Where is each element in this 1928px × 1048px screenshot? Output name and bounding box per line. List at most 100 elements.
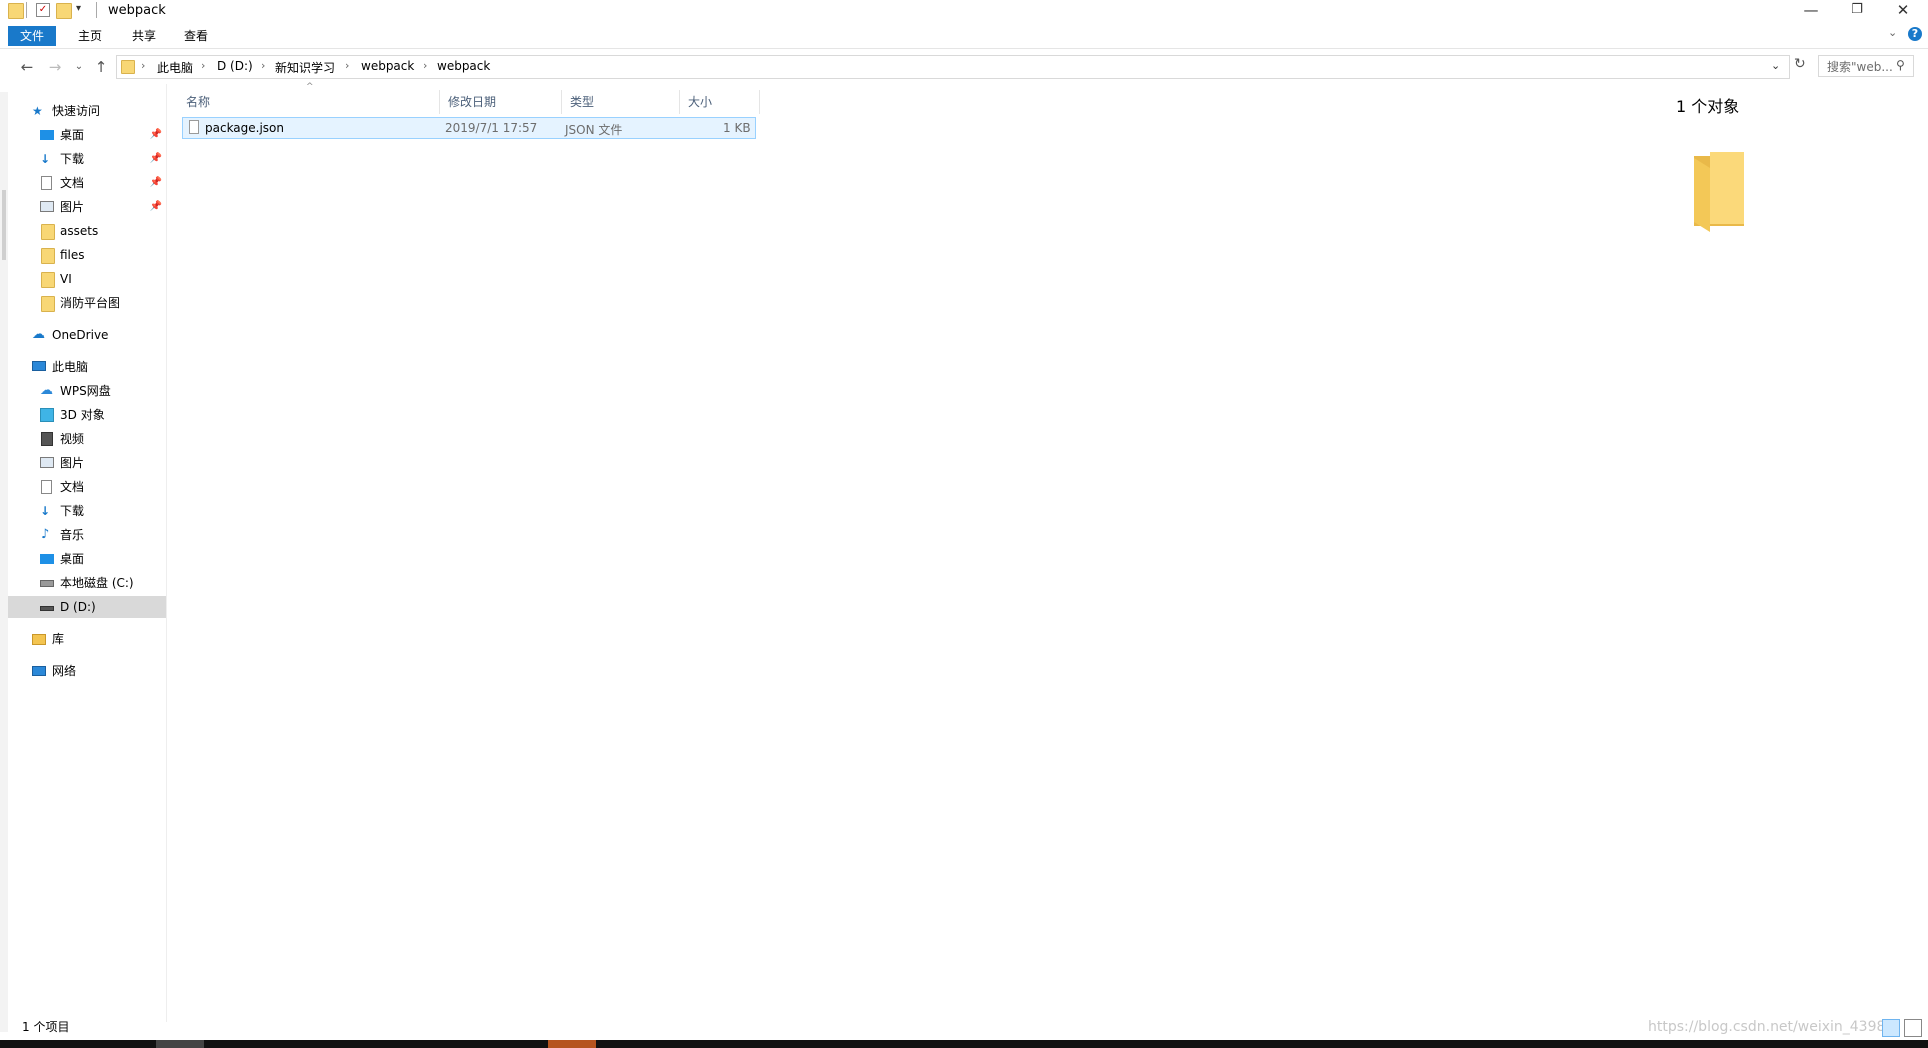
forward-button[interactable]: →	[44, 56, 66, 78]
sidebar-item-documents[interactable]: 文档 📌	[8, 172, 166, 194]
large-icons-view-icon[interactable]	[1904, 1019, 1922, 1037]
column-header-name[interactable]: 名称	[178, 90, 440, 114]
sidebar-item-drive-d[interactable]: D (D:)	[8, 596, 166, 618]
new-folder-icon[interactable]	[56, 3, 72, 19]
table-row[interactable]: package.json 2019/7/1 17:57 JSON 文件 1 KB	[182, 117, 756, 139]
column-header-modified[interactable]: 修改日期	[440, 90, 562, 114]
file-name[interactable]: package.json	[205, 121, 284, 135]
sidebar-item-library[interactable]: 库	[8, 628, 166, 650]
computer-icon	[32, 361, 46, 371]
back-button[interactable]: ←	[16, 56, 38, 78]
desktop-icon	[40, 554, 54, 564]
breadcrumb-webpack-parent[interactable]: webpack	[361, 59, 414, 73]
sidebar-item-pictures-pc[interactable]: 图片	[8, 452, 166, 474]
up-button[interactable]: ↑	[90, 56, 112, 78]
taskbar-app[interactable]	[156, 1040, 204, 1048]
sidebar-item-3d-objects[interactable]: 3D 对象	[8, 404, 166, 426]
refresh-icon[interactable]: ↻	[1794, 56, 1806, 72]
sidebar-item-label: 快速访问	[52, 104, 101, 118]
sidebar-item-videos[interactable]: 视频	[8, 428, 166, 450]
recent-locations-icon[interactable]: ⌄	[68, 56, 90, 78]
star-icon: ★	[32, 104, 43, 118]
folder-icon	[8, 3, 24, 19]
toolbar-divider	[96, 2, 97, 18]
watermark-text: https://blog.csdn.net/weixin_4398	[1648, 1019, 1886, 1035]
music-icon: ♪	[41, 527, 50, 542]
file-size: 1 KB	[723, 121, 751, 135]
sidebar-item-pictures[interactable]: 图片 📌	[8, 196, 166, 218]
network-icon	[32, 666, 46, 676]
window-title: webpack	[108, 3, 166, 18]
drive-icon	[40, 606, 54, 611]
sidebar-item-fire-platform[interactable]: 消防平台图	[8, 292, 166, 314]
breadcrumb-this-pc[interactable]: 此电脑	[157, 59, 193, 76]
minimize-button[interactable]: —	[1788, 0, 1834, 22]
tab-file[interactable]: 文件	[8, 26, 57, 46]
properties-icon[interactable]: ✓	[36, 3, 50, 17]
document-icon	[41, 176, 52, 190]
sidebar-item-desktop-pc[interactable]: 桌面	[8, 548, 166, 570]
pin-icon: 📌	[149, 153, 162, 164]
sidebar-item-label: 库	[52, 632, 65, 646]
folder-icon	[41, 272, 55, 288]
breadcrumb-separator[interactable]: ›	[261, 59, 265, 72]
sidebar-scrollbar-thumb[interactable]	[2, 190, 6, 260]
toolbar-divider	[26, 2, 27, 18]
sidebar-item-network[interactable]: 网络	[8, 660, 166, 682]
sidebar-item-quick-access[interactable]: ★ 快速访问	[8, 100, 166, 122]
video-icon	[41, 432, 53, 446]
close-button[interactable]: ✕	[1880, 0, 1926, 22]
preview-count: 1 个对象	[1676, 97, 1740, 116]
restore-button[interactable]: ❐	[1834, 0, 1880, 22]
document-icon	[41, 480, 52, 494]
cloud-icon: ☁	[32, 327, 45, 342]
sidebar-item-downloads-pc[interactable]: ↓ 下载	[8, 500, 166, 522]
address-dropdown-icon[interactable]: ⌄	[1771, 59, 1780, 72]
sidebar-item-wps-drive[interactable]: ☁ WPS网盘	[8, 380, 166, 402]
pane-divider[interactable]	[166, 84, 167, 1022]
sidebar-item-label: 此电脑	[52, 360, 89, 374]
library-icon	[32, 634, 46, 645]
drive-icon	[40, 580, 54, 587]
column-header-type[interactable]: 类型	[562, 90, 680, 114]
address-bar[interactable]: › 此电脑 › D (D:) › 新知识学习 › webpack › webpa…	[116, 55, 1790, 79]
details-view-icon[interactable]	[1882, 1019, 1900, 1037]
sidebar-item-documents-pc[interactable]: 文档	[8, 476, 166, 498]
help-icon[interactable]: ?	[1908, 27, 1922, 41]
breadcrumb-separator[interactable]: ›	[141, 59, 145, 72]
breadcrumb-separator[interactable]: ›	[423, 59, 427, 72]
sidebar-item-assets[interactable]: assets	[8, 220, 166, 242]
sidebar-item-label: 消防平台图	[60, 296, 121, 310]
taskbar	[0, 1040, 1928, 1048]
breadcrumb-folder[interactable]: 新知识学习	[275, 59, 335, 76]
pin-icon: 📌	[149, 177, 162, 188]
sidebar-item-drive-c[interactable]: 本地磁盘 (C:)	[8, 572, 166, 594]
tab-share[interactable]: 共享	[120, 26, 168, 46]
tab-home[interactable]: 主页	[66, 26, 114, 46]
tab-view[interactable]: 查看	[172, 26, 220, 46]
sidebar-item-onedrive[interactable]: ☁ OneDrive	[8, 324, 166, 346]
sidebar-item-label: 文档	[60, 176, 85, 190]
sidebar-item-desktop[interactable]: 桌面 📌	[8, 124, 166, 146]
sidebar-item-files[interactable]: files	[8, 244, 166, 266]
navigation-pane: ★ 快速访问 桌面 📌 ↓ 下载 📌 文档 📌 图片 📌 assets file…	[8, 92, 166, 1022]
sidebar-item-music[interactable]: ♪ 音乐	[8, 524, 166, 546]
breadcrumb-drive-d[interactable]: D (D:)	[217, 59, 253, 73]
file-modified: 2019/7/1 17:57	[445, 121, 538, 135]
breadcrumb-separator[interactable]: ›	[201, 59, 205, 72]
sidebar-item-vi[interactable]: VI	[8, 268, 166, 290]
customize-toolbar-icon[interactable]: ▾	[76, 3, 90, 17]
taskbar-app-active[interactable]	[548, 1040, 596, 1048]
folder-icon	[41, 224, 55, 240]
breadcrumb-separator[interactable]: ›	[345, 59, 349, 72]
sidebar-item-downloads[interactable]: ↓ 下载 📌	[8, 148, 166, 170]
sidebar-item-label: assets	[60, 224, 99, 238]
column-header-size[interactable]: 大小	[680, 90, 760, 114]
breadcrumb-webpack-current[interactable]: webpack	[437, 59, 490, 73]
cloud-drive-icon: ☁	[40, 383, 53, 398]
search-icon[interactable]: ⚲	[1896, 58, 1905, 72]
folder-icon	[41, 296, 55, 312]
sidebar-item-this-pc[interactable]: 此电脑	[8, 356, 166, 378]
expand-ribbon-icon[interactable]: ⌄	[1888, 26, 1897, 39]
pictures-icon	[40, 457, 54, 468]
